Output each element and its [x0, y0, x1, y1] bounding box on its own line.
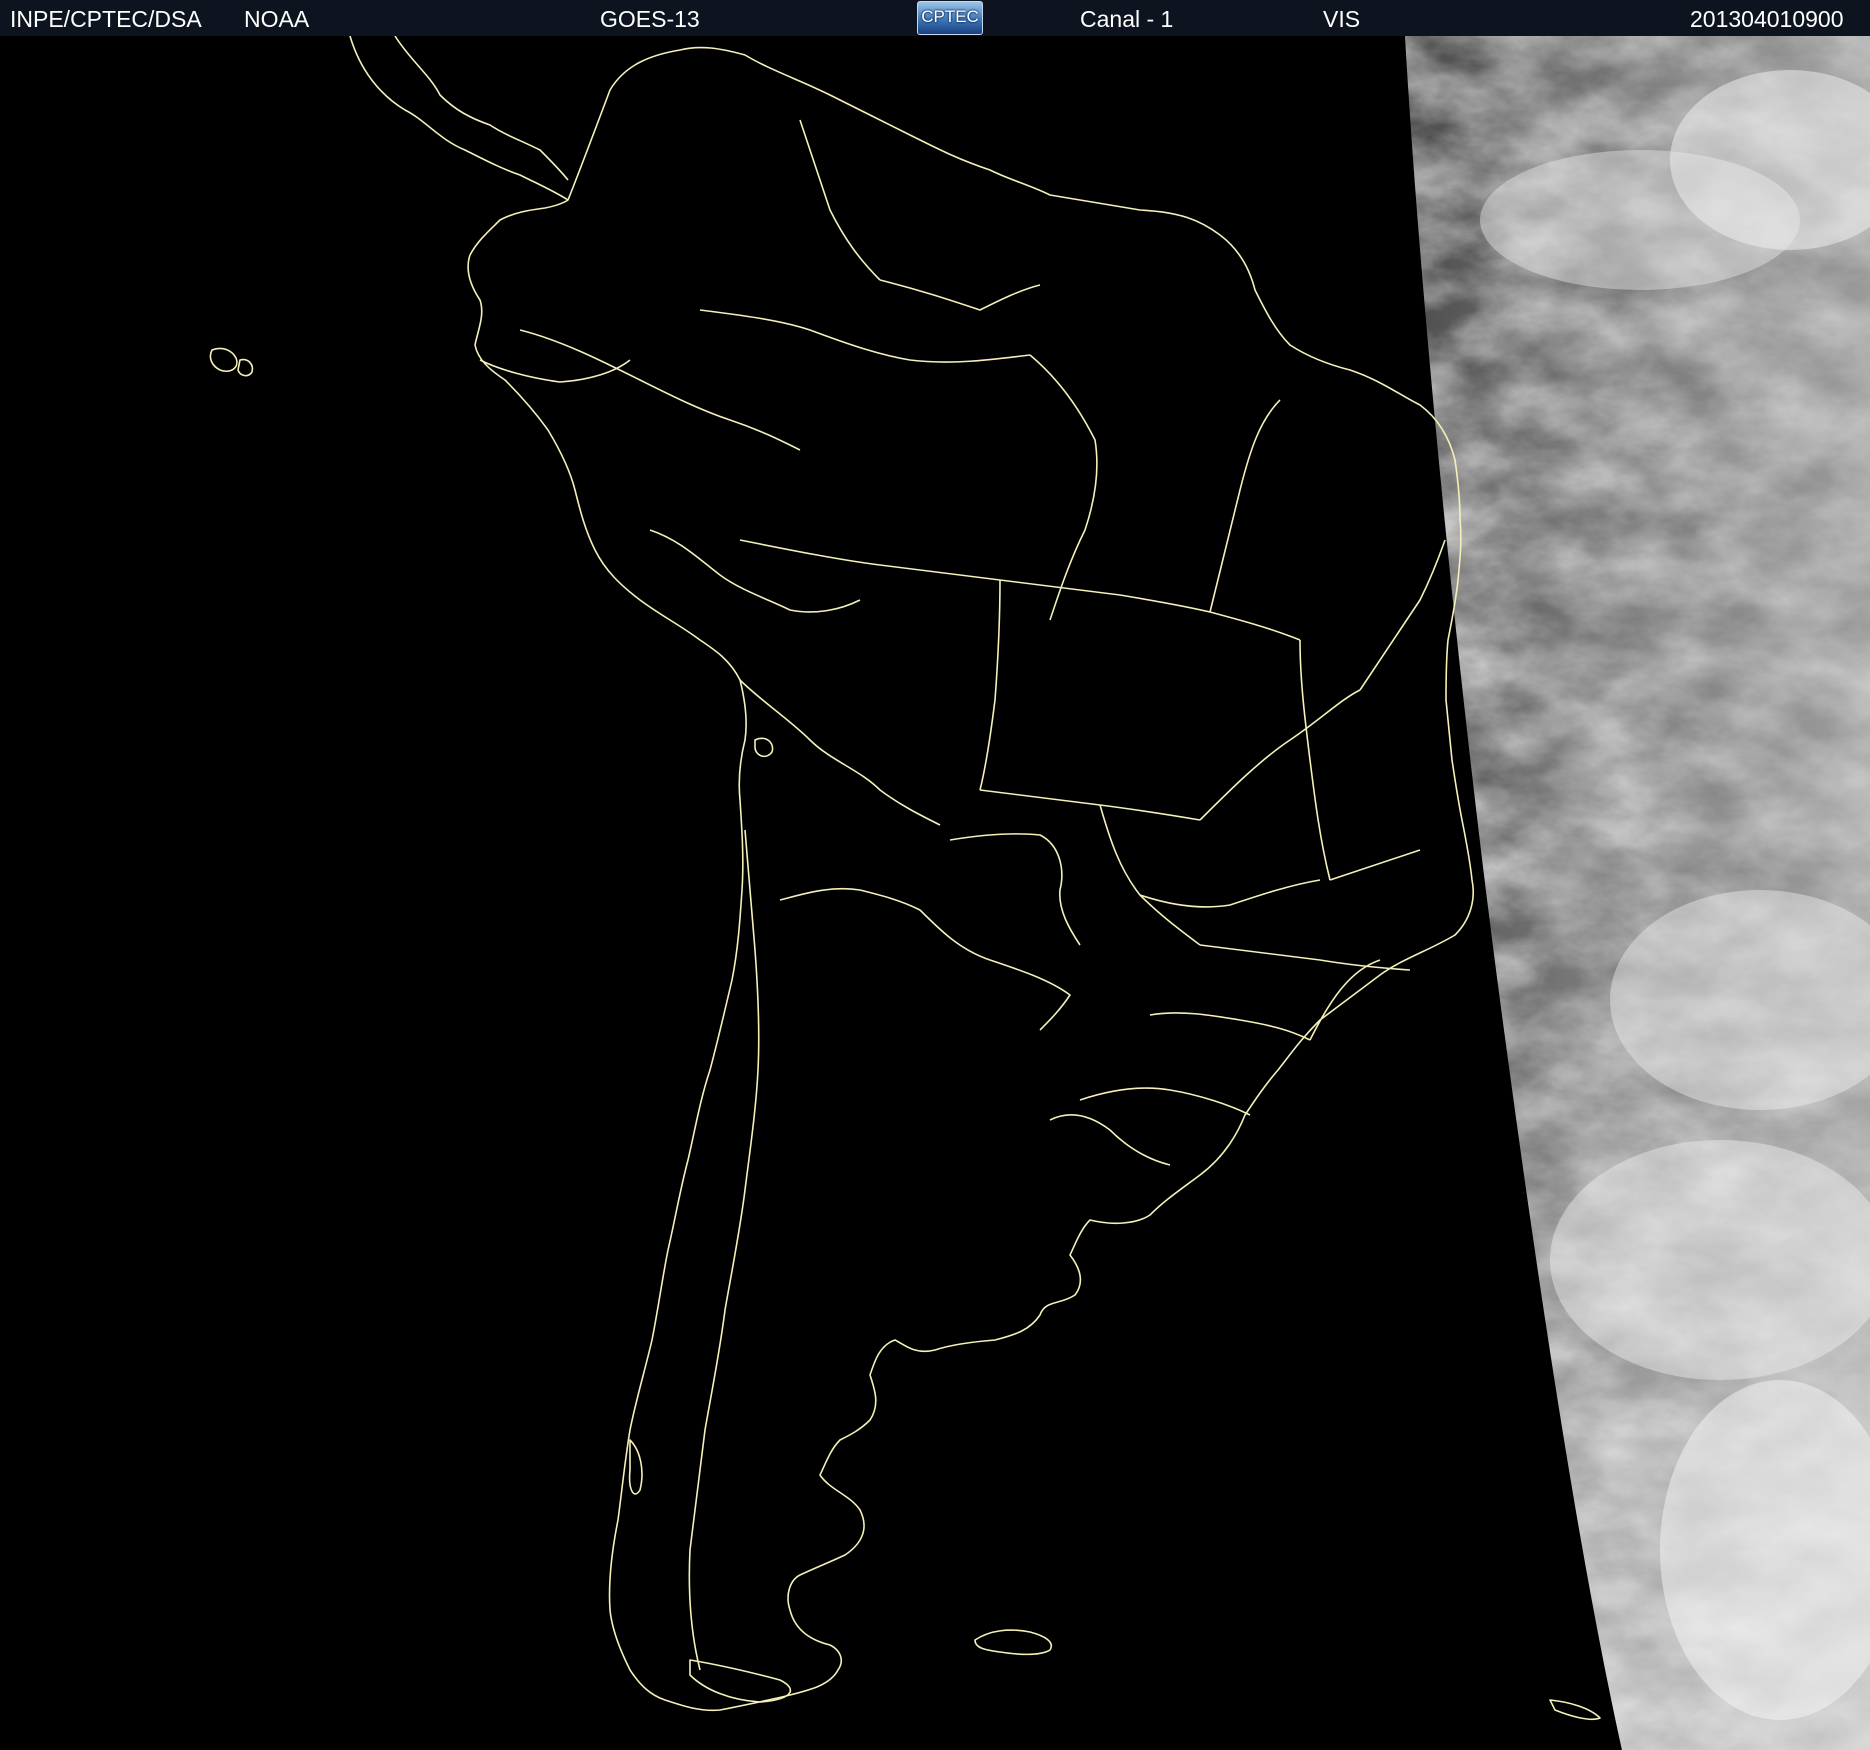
satellite-label: GOES-13: [600, 6, 700, 32]
channel-label: Canal - 1: [1080, 6, 1174, 32]
agency-label: NOAA: [244, 6, 310, 32]
band-label: VIS: [1323, 6, 1361, 32]
cptec-logo: CPTEC: [917, 1, 983, 35]
image-header-bar: INPE/CPTEC/DSA NOAA GOES-13 CPTEC Canal …: [0, 0, 1870, 36]
institution-label: INPE/CPTEC/DSA: [10, 6, 202, 32]
satellite-map: [0, 36, 1870, 1750]
datetime-label: 201304010900: [1690, 6, 1844, 32]
